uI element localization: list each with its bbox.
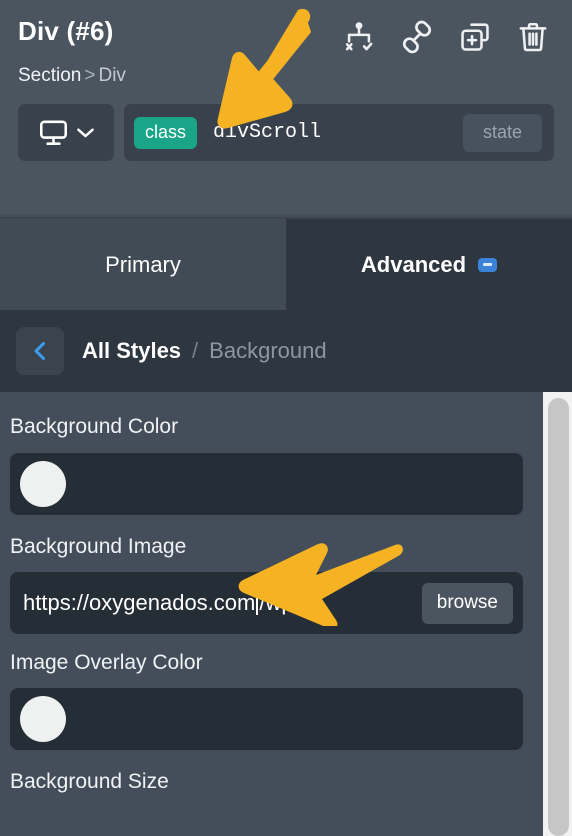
breadcrumb-all-styles[interactable]: All Styles <box>82 337 181 365</box>
monitor-icon <box>39 120 67 145</box>
tab-primary-label: Primary <box>105 251 181 277</box>
chevron-down-icon <box>76 128 94 138</box>
state-button[interactable]: state <box>462 113 542 152</box>
breadcrumb-background: Background <box>209 338 327 363</box>
link-icon[interactable] <box>400 20 434 54</box>
tab-advanced-badge-minus-icon <box>478 257 498 272</box>
content-scrollbar[interactable] <box>543 392 572 836</box>
class-type-pill[interactable]: class <box>134 116 198 149</box>
image-overlay-color-picker[interactable] <box>10 688 523 750</box>
background-size-label: Background Size <box>10 770 169 793</box>
scrollbar-thumb[interactable] <box>548 398 569 836</box>
element-breadcrumb: Section > Div <box>18 64 554 88</box>
styles-breadcrumb: All Styles / Background <box>82 337 327 365</box>
class-name-input[interactable]: divScroll <box>213 121 463 144</box>
structure-icon[interactable] <box>342 20 376 54</box>
trash-icon[interactable] <box>516 20 550 54</box>
tab-primary[interactable]: Primary <box>0 219 286 310</box>
background-color-swatch[interactable] <box>20 461 66 507</box>
class-selector-field[interactable]: class divScroll state <box>124 104 554 161</box>
header-top-row: Div (#6) <box>18 14 554 54</box>
panel-header: Div (#6) Section > Div class divScroll s… <box>0 0 572 214</box>
browse-button[interactable]: browse <box>421 582 513 624</box>
oxygen-builder-panel: Div (#6) Section > Div class divScroll s… <box>0 0 572 836</box>
breadcrumb-parent[interactable]: Section <box>18 65 81 86</box>
breadcrumb-separator: > <box>84 65 96 86</box>
tab-advanced[interactable]: Advanced <box>286 219 572 310</box>
background-image-label: Background Image <box>10 535 187 558</box>
styles-breadcrumb-bar: All Styles / Background <box>0 310 572 392</box>
background-image-row: https://oxygenados.com/wp- browse <box>10 572 523 634</box>
url-text-before-caret: https://oxygenados.com <box>23 590 256 615</box>
device-selector-dropdown[interactable] <box>18 104 114 161</box>
image-overlay-color-label: Image Overlay Color <box>10 651 203 674</box>
chevron-left-icon <box>34 342 45 360</box>
url-text-after-caret: /wp- <box>259 590 301 615</box>
image-overlay-color-swatch[interactable] <box>20 696 66 742</box>
back-button[interactable] <box>16 327 64 375</box>
background-image-input[interactable]: https://oxygenados.com/wp- <box>23 590 422 616</box>
styles-content-area: Background Color Background Image https:… <box>0 392 543 836</box>
panel-tabs: Primary Advanced <box>0 217 572 310</box>
header-action-icons <box>342 20 550 54</box>
tab-advanced-label: Advanced <box>360 251 467 277</box>
page-title: Div (#6) <box>18 16 114 46</box>
duplicate-icon[interactable] <box>458 20 492 54</box>
breadcrumb-current[interactable]: Div <box>98 65 125 86</box>
breadcrumb-slash: / <box>192 338 199 363</box>
selector-row: class divScroll state <box>18 104 554 161</box>
background-color-label: Background Color <box>10 415 179 438</box>
background-color-picker[interactable] <box>10 453 523 515</box>
